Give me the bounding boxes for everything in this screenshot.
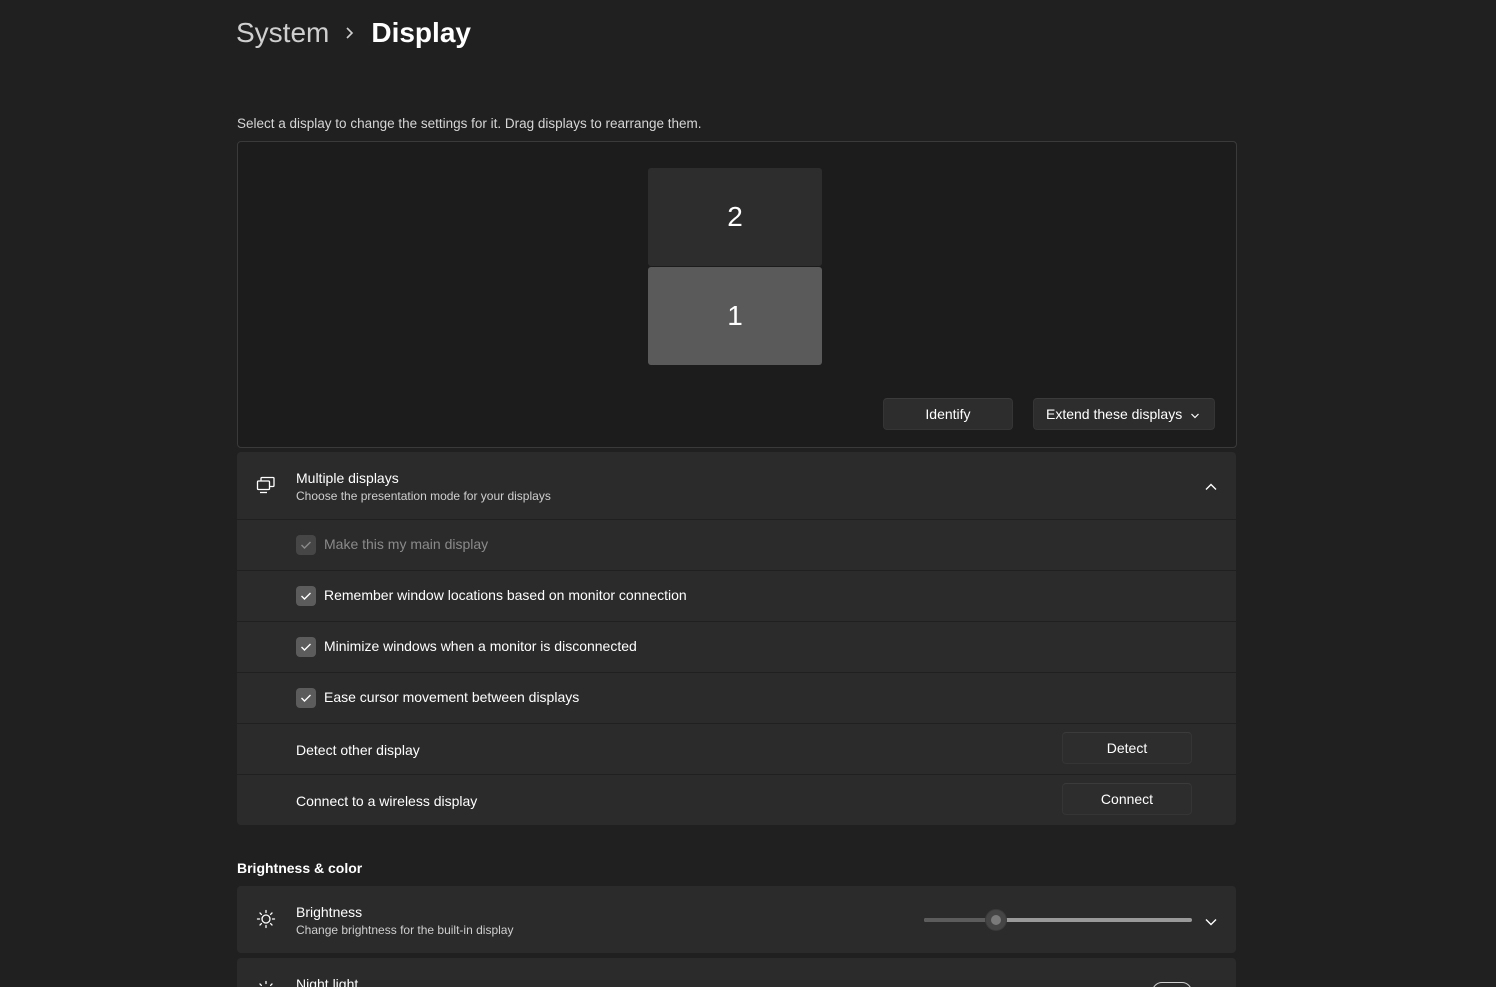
brightness-title: Brightness xyxy=(296,904,363,920)
night-light-icon xyxy=(256,980,276,987)
connect-button[interactable]: Connect xyxy=(1062,783,1192,815)
chevron-down-icon[interactable] xyxy=(1204,914,1218,932)
night-light-toggle[interactable] xyxy=(1152,982,1192,987)
brightness-card[interactable]: Brightness Change brightness for the bui… xyxy=(237,886,1236,953)
monitor-1[interactable]: 1 xyxy=(648,267,822,365)
settings-page: System Display Select a display to chang… xyxy=(0,0,1496,987)
option-ease-cursor: Ease cursor movement between displays xyxy=(237,673,1236,723)
multiple-displays-header[interactable]: Multiple displays Choose the presentatio… xyxy=(237,452,1236,519)
identify-button[interactable]: Identify xyxy=(883,398,1013,430)
display-mode-dropdown[interactable]: Extend these displays xyxy=(1033,398,1215,430)
detect-display-label: Detect other display xyxy=(296,742,420,758)
breadcrumb-system[interactable]: System xyxy=(236,17,329,49)
option-minimize-windows: Minimize windows when a monitor is disco… xyxy=(237,622,1236,672)
multiple-displays-subtitle: Choose the presentation mode for your di… xyxy=(296,489,551,503)
detect-button[interactable]: Detect xyxy=(1062,732,1192,764)
night-light-card[interactable]: Night light xyxy=(237,958,1236,987)
detect-display-row: Detect other display Detect xyxy=(237,724,1236,774)
checkbox-ease-cursor[interactable] xyxy=(296,688,316,708)
arrangement-hint: Select a display to change the settings … xyxy=(237,116,702,131)
multiple-displays-icon xyxy=(256,476,276,499)
sun-icon xyxy=(256,909,276,934)
checkbox-remember-locations[interactable] xyxy=(296,586,316,606)
monitor-2[interactable]: 2 xyxy=(648,168,822,266)
wireless-display-row: Connect to a wireless display Connect xyxy=(237,775,1236,825)
checkbox-main-display[interactable] xyxy=(296,535,316,555)
night-light-title: Night light xyxy=(296,976,359,987)
brightness-slider[interactable] xyxy=(924,909,1192,931)
option-remember-locations: Remember window locations based on monit… xyxy=(237,571,1236,621)
option-main-display: Make this my main display xyxy=(237,520,1236,570)
wireless-display-label: Connect to a wireless display xyxy=(296,793,478,809)
section-title-brightness-color: Brightness & color xyxy=(237,860,363,876)
checkbox-label: Minimize windows when a monitor is disco… xyxy=(324,638,637,654)
breadcrumb: System Display xyxy=(236,12,471,54)
multiple-displays-title: Multiple displays xyxy=(296,470,399,486)
checkbox-label: Make this my main display xyxy=(324,536,489,552)
display-arrangement-area[interactable]: 2 1 Identify Extend these displays xyxy=(237,141,1237,448)
chevron-up-icon[interactable] xyxy=(1204,479,1218,497)
checkbox-minimize-windows[interactable] xyxy=(296,637,316,657)
checkbox-label: Ease cursor movement between displays xyxy=(324,689,580,705)
brightness-subtitle: Change brightness for the built-in displ… xyxy=(296,923,514,937)
display-mode-value: Extend these displays xyxy=(1046,406,1183,422)
brightness-slider-thumb[interactable] xyxy=(985,909,1008,931)
checkbox-label: Remember window locations based on monit… xyxy=(324,587,687,603)
chevron-down-icon xyxy=(1190,408,1200,424)
page-title: Display xyxy=(371,17,471,48)
chevron-right-icon xyxy=(329,26,371,40)
